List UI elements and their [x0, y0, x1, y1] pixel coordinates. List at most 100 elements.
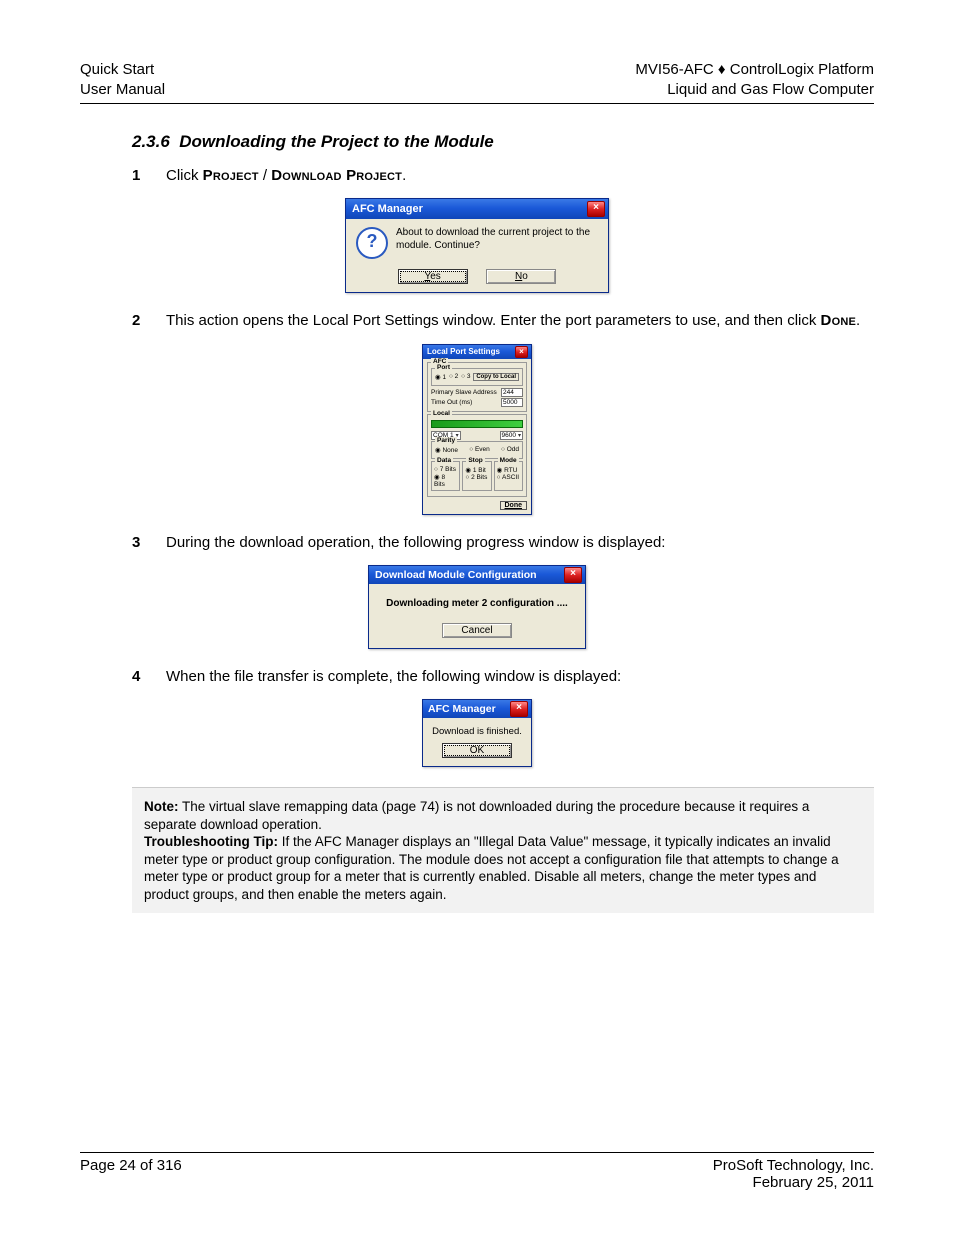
step-4-body: When the file transfer is complete, the … — [166, 667, 874, 687]
dialog3-title: Download Module Configuration — [375, 569, 537, 581]
step-3-body: During the download operation, the follo… — [166, 533, 874, 553]
step-1-pre: Click — [166, 167, 203, 184]
afc-fieldset: AFC Port 1 2 3 Copy to Local Primary Sla… — [427, 362, 527, 412]
timeout-label: Time Out (ms) — [431, 399, 472, 406]
dialog3-message: Downloading meter 2 configuration .... — [379, 598, 575, 609]
step-4: 4 When the file transfer is complete, th… — [132, 667, 874, 687]
header-left: Quick Start User Manual — [80, 60, 165, 99]
no-rest: o — [522, 271, 528, 282]
dialog2-title: Local Port Settings — [427, 347, 500, 356]
header-left-line1: Quick Start — [80, 60, 165, 80]
figure-dialog4: AFC Manager × Download is finished. OK — [80, 699, 874, 767]
figure-dialog2: Local Port Settings × AFC Port 1 2 3 Cop… — [80, 344, 874, 515]
step-1-mid: / — [259, 167, 272, 184]
page-header: Quick Start User Manual MVI56-AFC ♦ Cont… — [80, 60, 874, 104]
step-2-num: 2 — [132, 311, 166, 331]
figure-dialog3: Download Module Configuration × Download… — [80, 565, 874, 649]
primary-slave-label: Primary Slave Address — [431, 389, 497, 396]
local-port-settings-dialog: Local Port Settings × AFC Port 1 2 3 Cop… — [422, 344, 532, 515]
primary-slave-input[interactable]: 244 — [501, 388, 523, 397]
dialog3-titlebar: Download Module Configuration × — [369, 566, 585, 584]
done-button[interactable]: Done — [500, 501, 528, 510]
port-radio-2[interactable]: 2 — [449, 373, 458, 380]
section-number: 2.3.6 — [132, 132, 170, 151]
header-right: MVI56-AFC ♦ ControlLogix Platform Liquid… — [635, 60, 874, 99]
footer-left: Page 24 of 316 — [80, 1157, 182, 1191]
tip-label: Troubleshooting Tip: — [144, 834, 278, 849]
baud-value: 9600 — [502, 432, 516, 439]
step-3-num: 3 — [132, 533, 166, 553]
cancel-button[interactable]: Cancel — [442, 623, 512, 638]
parity-even[interactable]: Even — [469, 446, 490, 453]
step-1-num: 1 — [132, 166, 166, 186]
note-text: The virtual slave remapping data (page 7… — [144, 799, 809, 832]
step-1-body: Click Project / Download Project. — [166, 166, 874, 186]
dialog4-title: AFC Manager — [428, 703, 496, 715]
mode-rtu[interactable]: RTU — [497, 467, 518, 474]
baud-select[interactable]: 9600 — [500, 431, 523, 440]
parity-none[interactable]: None — [435, 446, 458, 454]
port-radio-1[interactable]: 1 — [435, 373, 446, 381]
step-3: 3 During the download operation, the fol… — [132, 533, 874, 553]
section-title: 2.3.6 Downloading the Project to the Mod… — [132, 132, 874, 152]
copy-to-local-button[interactable]: Copy to Local — [473, 373, 519, 381]
download-progress-dialog: Download Module Configuration × Download… — [368, 565, 586, 649]
section-heading: Downloading the Project to the Module — [179, 132, 494, 151]
note-box: Note: The virtual slave remapping data (… — [132, 787, 874, 913]
dialog1-message: About to download the current project to… — [396, 227, 598, 252]
mode-ascii[interactable]: ASCII — [497, 474, 519, 481]
stop-fieldset: Stop 1 Bit 2 Bits — [462, 461, 491, 491]
footer-right-line1: ProSoft Technology, Inc. — [713, 1157, 874, 1174]
dialog4-close-button[interactable]: × — [510, 701, 528, 717]
dialog4-titlebar: AFC Manager × — [423, 700, 531, 718]
local-legend: Local — [431, 410, 452, 417]
mode-legend: Mode — [498, 457, 519, 464]
dialog3-close-button[interactable]: × — [564, 567, 582, 583]
data-7bits[interactable]: 7 Bits — [434, 466, 456, 473]
data-fieldset: Data 7 Bits 8 Bits — [431, 461, 460, 491]
dialog1-close-button[interactable]: × — [587, 201, 605, 217]
port-legend: Port — [435, 364, 452, 371]
footer-right: ProSoft Technology, Inc. February 25, 20… — [713, 1157, 874, 1191]
header-right-line2: Liquid and Gas Flow Computer — [635, 80, 874, 100]
step-1-post: . — [402, 167, 406, 184]
yes-button[interactable]: Yes — [398, 269, 468, 284]
page-footer: Page 24 of 316 ProSoft Technology, Inc. … — [80, 1152, 874, 1191]
note-label: Note: — [144, 799, 179, 814]
stop-2bits[interactable]: 2 Bits — [465, 474, 487, 481]
no-button[interactable]: No — [486, 269, 556, 284]
port-radio-3[interactable]: 3 — [461, 373, 470, 380]
dialog1-titlebar: AFC Manager × — [346, 199, 608, 219]
figure-dialog1: AFC Manager × ? About to download the cu… — [80, 198, 874, 293]
data-8bits[interactable]: 8 Bits — [434, 474, 445, 488]
ok-button[interactable]: OK — [442, 743, 512, 758]
timeout-input[interactable]: 5000 — [501, 398, 523, 407]
dialog1-title: AFC Manager — [352, 203, 423, 215]
stop-legend: Stop — [466, 457, 484, 464]
dialog2-close-button[interactable]: × — [515, 346, 528, 358]
port-fieldset: Port 1 2 3 Copy to Local — [431, 368, 523, 386]
parity-odd[interactable]: Odd — [501, 446, 519, 453]
header-right-line1: MVI56-AFC ♦ ControlLogix Platform — [635, 60, 874, 80]
step-2-body: This action opens the Local Port Setting… — [166, 311, 874, 331]
footer-right-line2: February 25, 2011 — [713, 1174, 874, 1191]
header-left-line2: User Manual — [80, 80, 165, 100]
stop-1bit[interactable]: 1 Bit — [465, 467, 486, 474]
step-2-text-a: This action opens the Local Port Setting… — [166, 312, 821, 329]
mode-fieldset: Mode RTU ASCII — [494, 461, 523, 491]
question-icon: ? — [356, 227, 388, 259]
parity-legend: Parity — [435, 437, 457, 444]
step-1: 1 Click Project / Download Project. — [132, 166, 874, 186]
local-fieldset: Local COM 1 9600 Parity None Even Odd — [427, 414, 527, 497]
dialog4-message: Download is finished. — [429, 726, 525, 737]
step-2-sc: Done — [821, 312, 856, 329]
step-2: 2 This action opens the Local Port Setti… — [132, 311, 874, 331]
step-1-sc2: Download Project — [271, 167, 402, 184]
yes-rest: es — [430, 271, 441, 282]
afc-manager-confirm-dialog: AFC Manager × ? About to download the cu… — [345, 198, 609, 293]
data-legend: Data — [435, 457, 453, 464]
step-2-text-b: . — [856, 312, 860, 329]
step-4-num: 4 — [132, 667, 166, 687]
step-1-sc1: Project — [203, 167, 259, 184]
local-bar — [431, 420, 523, 428]
